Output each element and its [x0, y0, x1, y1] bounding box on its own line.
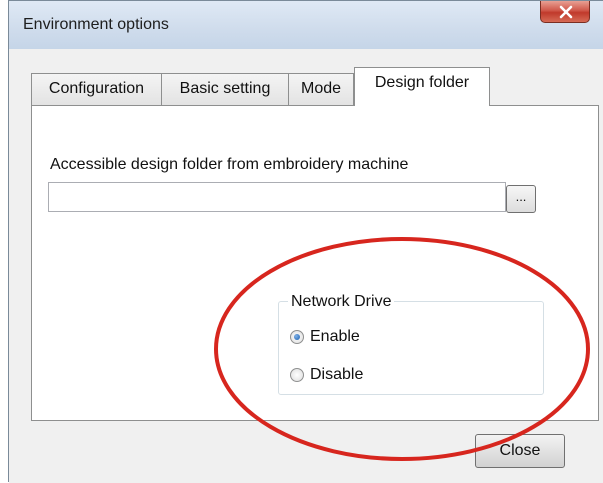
browse-button[interactable]: ... — [506, 185, 536, 213]
disable-label: Disable — [310, 366, 364, 383]
network-drive-group-title: Network Drive — [288, 293, 395, 311]
enable-label: Enable — [310, 328, 360, 345]
title-bar: Environment options — [9, 1, 603, 50]
design-folder-label: Accessible design folder from embroidery… — [50, 156, 409, 173]
radio-button-selected[interactable] — [290, 330, 304, 344]
radio-button-unselected[interactable] — [290, 368, 304, 382]
window-title: Environment options — [23, 16, 169, 33]
close-icon — [559, 5, 573, 19]
design-folder-path-field[interactable] — [48, 182, 506, 212]
window-close-button[interactable] — [540, 1, 590, 23]
close-button[interactable]: Close — [475, 434, 565, 468]
panel-contents: Accessible design folder from embroidery… — [8, 48, 603, 482]
